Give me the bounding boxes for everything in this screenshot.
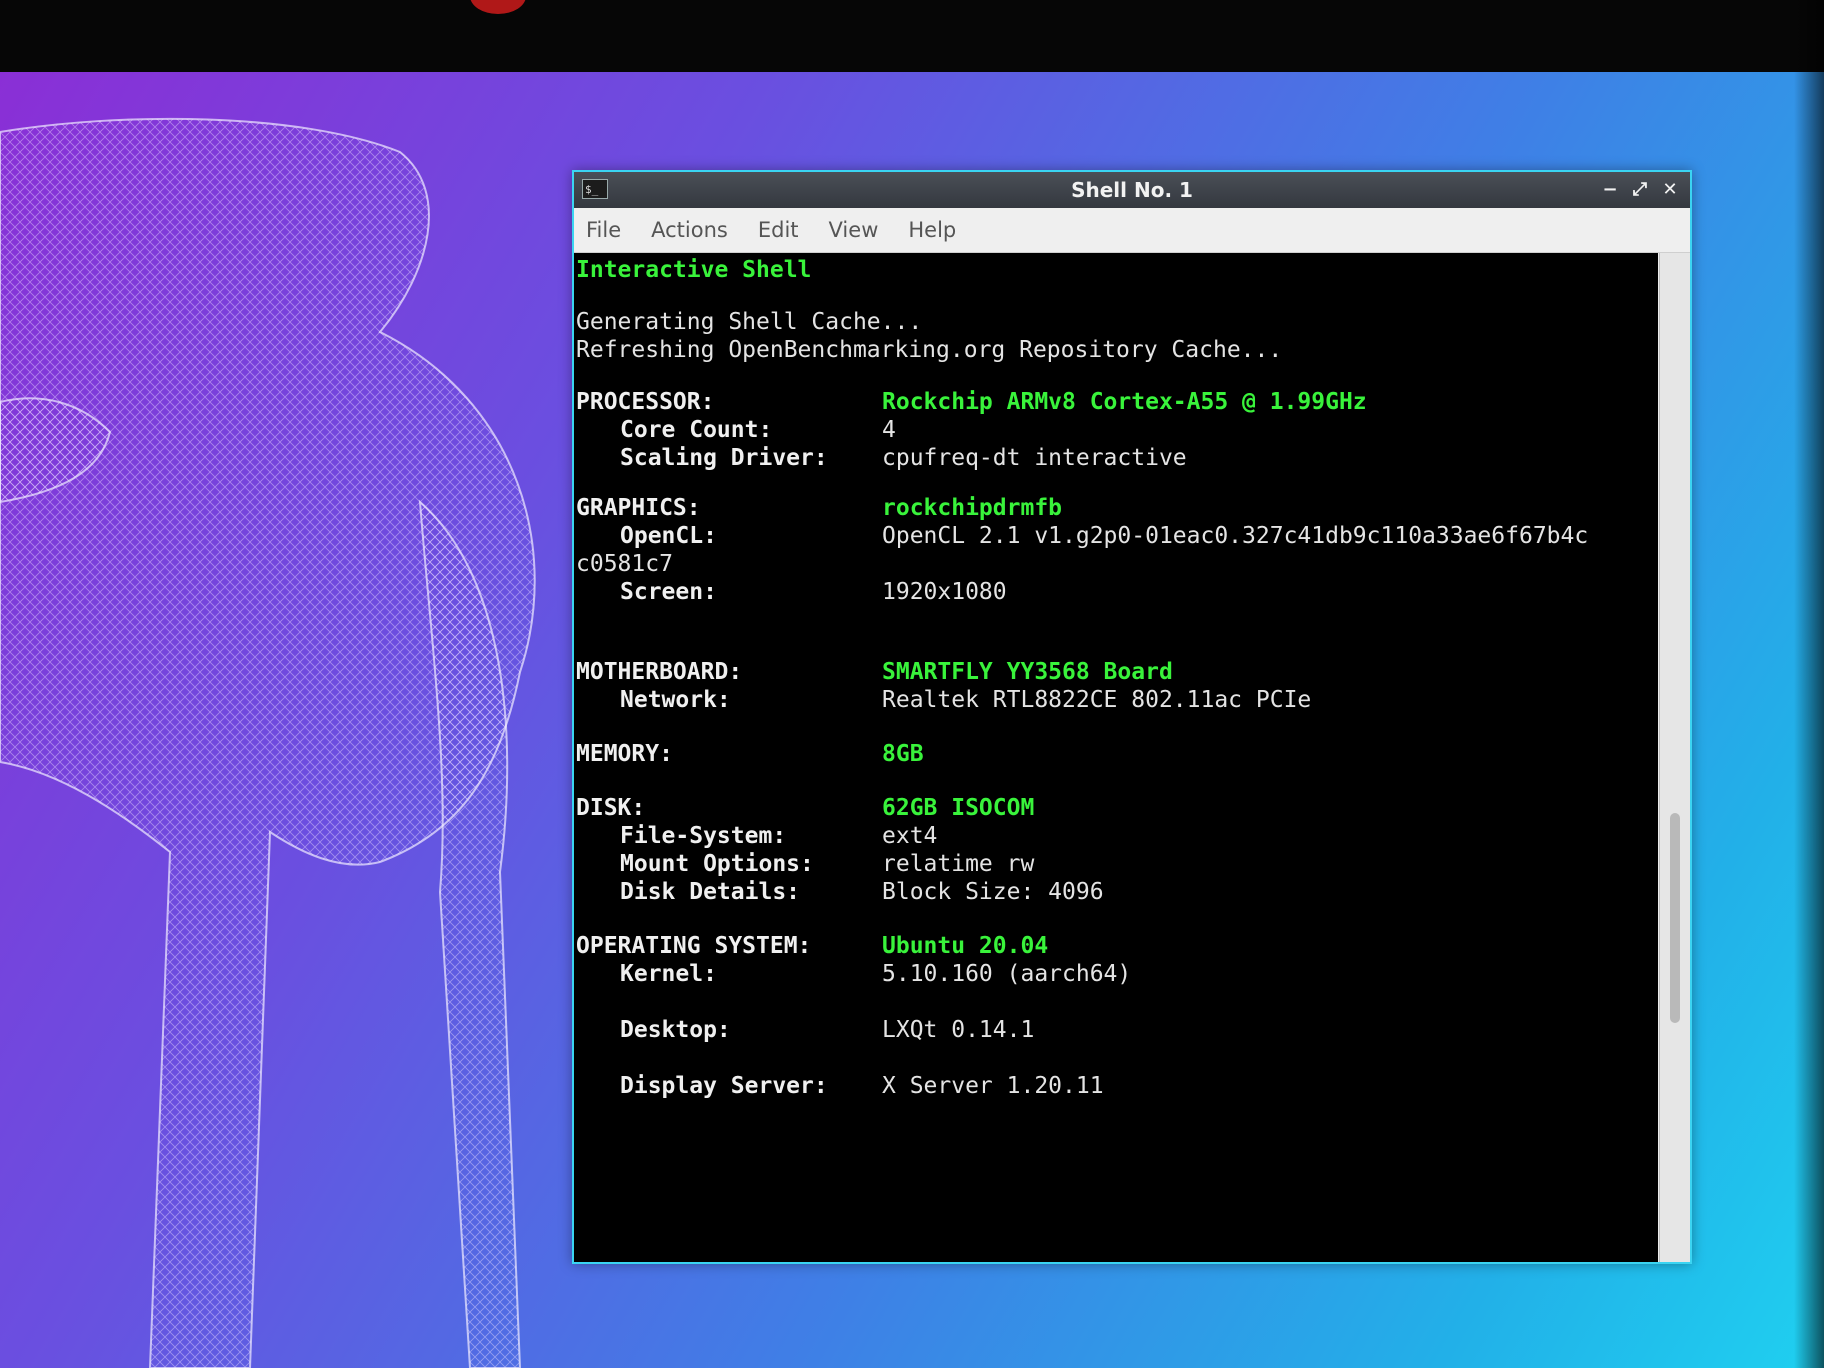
os-label: OPERATING SYSTEM: — [576, 933, 812, 959]
monitor-right-bezel — [1794, 0, 1824, 1368]
scaling-driver-label: Scaling Driver: — [620, 445, 828, 471]
mount-options-value: relatime rw — [882, 851, 1035, 877]
screen-value: 1920x1080 — [882, 579, 1007, 605]
scrollbar-thumb[interactable] — [1670, 813, 1680, 1023]
disk-label: DISK: — [576, 795, 646, 821]
window-titlebar[interactable]: $_ Shell No. 1 − ⤢ ✕ — [574, 172, 1690, 208]
network-label: Network: — [620, 687, 731, 713]
graphics-label: GRAPHICS: — [576, 495, 701, 521]
memory-value: 8GB — [882, 741, 924, 767]
graphics-value: rockchipdrmfb — [882, 495, 1063, 521]
window-title: Shell No. 1 — [1071, 178, 1193, 202]
core-count-label: Core Count: — [620, 417, 773, 443]
monitor-top-bezel — [0, 0, 1824, 72]
os-value: Ubuntu 20.04 — [882, 933, 1049, 959]
menu-actions[interactable]: Actions — [651, 218, 728, 242]
maximize-icon[interactable]: ⤢ — [1630, 178, 1650, 202]
opencl-value-wrap: c0581c7 — [576, 551, 673, 577]
filesystem-value: ext4 — [882, 823, 938, 849]
network-value: Realtek RTL8822CE 802.11ac PCIe — [882, 687, 1312, 713]
desktop-label: Desktop: — [620, 1017, 731, 1043]
kernel-label: Kernel: — [620, 961, 717, 987]
processor-value: Rockchip ARMv8 Cortex-A55 @ 1.99GHz — [882, 389, 1367, 415]
terminal-header: Interactive Shell — [576, 257, 812, 283]
menu-edit[interactable]: Edit — [758, 218, 799, 242]
mount-options-label: Mount Options: — [620, 851, 814, 877]
disk-details-label: Disk Details: — [620, 879, 801, 905]
opencl-label: OpenCL: — [620, 523, 717, 549]
display-server-label: Display Server: — [620, 1073, 828, 1099]
minimize-icon[interactable]: − — [1600, 178, 1620, 202]
menu-file[interactable]: File — [586, 218, 621, 242]
menu-bar: File Actions Edit View Help — [574, 208, 1690, 253]
screen-label: Screen: — [620, 579, 717, 605]
disk-details-value: Block Size: 4096 — [882, 879, 1104, 905]
filesystem-label: File-System: — [620, 823, 787, 849]
terminal-window: $_ Shell No. 1 − ⤢ ✕ File Actions Edit V… — [572, 170, 1692, 1264]
opencl-value: OpenCL 2.1 v1.g2p0-01eac0.327c41db9c110a… — [882, 523, 1589, 549]
kernel-value: 5.10.160 (aarch64) — [882, 961, 1132, 987]
disk-value: 62GB ISOCOM — [882, 795, 1035, 821]
terminal-scrollbar[interactable] — [1659, 253, 1690, 1262]
window-controls: − ⤢ ✕ — [1600, 178, 1680, 202]
status-line: Refreshing OpenBenchmarking.org Reposito… — [576, 337, 1283, 363]
memory-label: MEMORY: — [576, 741, 673, 767]
terminal-output[interactable]: Interactive Shell Generating Shell Cache… — [574, 253, 1658, 1262]
menu-view[interactable]: View — [829, 218, 879, 242]
motherboard-label: MOTHERBOARD: — [576, 659, 743, 685]
menu-help[interactable]: Help — [908, 218, 956, 242]
desktop-value: LXQt 0.14.1 — [882, 1017, 1035, 1043]
core-count-value: 4 — [882, 417, 896, 443]
status-line: Generating Shell Cache... — [576, 309, 923, 335]
motherboard-value: SMARTFLY YY3568 Board — [882, 659, 1173, 685]
scaling-driver-value: cpufreq-dt interactive — [882, 445, 1187, 471]
close-icon[interactable]: ✕ — [1660, 178, 1680, 202]
display-server-value: X Server 1.20.11 — [882, 1073, 1104, 1099]
red-indicator — [470, 0, 526, 14]
processor-label: PROCESSOR: — [576, 389, 715, 415]
